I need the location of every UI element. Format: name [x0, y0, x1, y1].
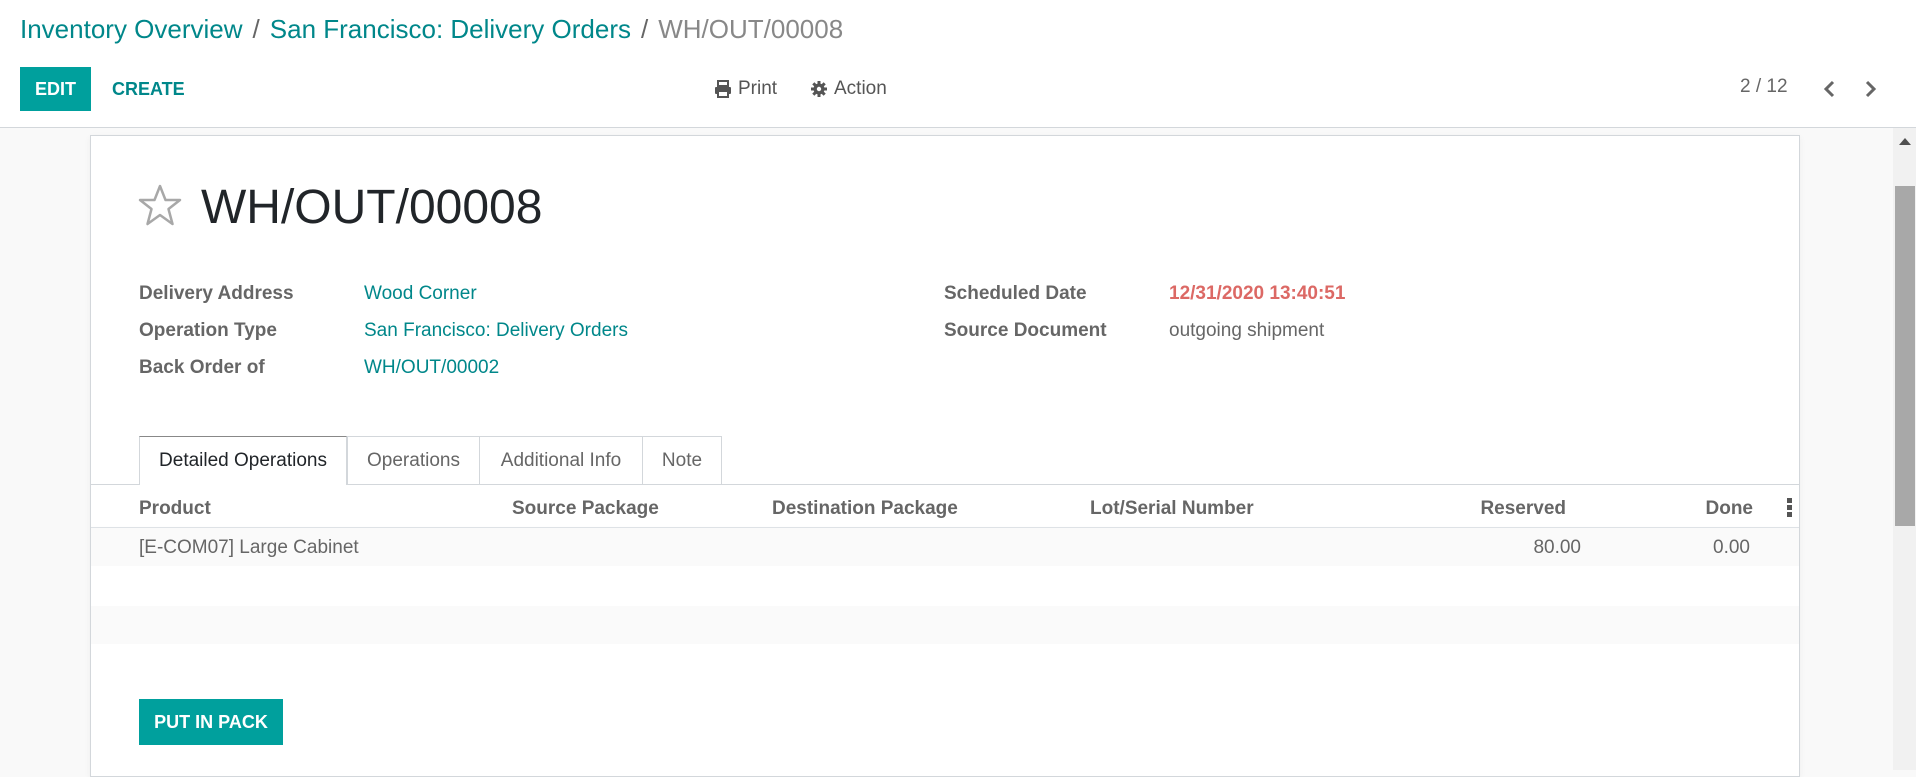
pager-previous-button[interactable] [1815, 72, 1845, 106]
empty-row [91, 566, 1799, 604]
breadcrumb-inventory-overview[interactable]: Inventory Overview [20, 14, 243, 44]
edit-button[interactable]: EDIT [20, 67, 91, 111]
gear-icon [811, 81, 827, 97]
pager-value[interactable]: 2 / 12 [1740, 76, 1788, 98]
tab-note[interactable]: Note [642, 436, 722, 484]
breadcrumb-separator: / [252, 14, 260, 44]
operation-type-label: Operation Type [139, 320, 277, 341]
operation-type-value[interactable]: San Francisco: Delivery Orders [364, 320, 628, 342]
tabs-divider [91, 484, 1799, 485]
control-panel: Inventory Overview / San Francisco: Delive… [0, 0, 1916, 128]
print-label: Print [738, 78, 778, 99]
breadcrumb-separator: / [641, 14, 649, 44]
scrollbar[interactable] [1893, 128, 1916, 770]
column-header-done[interactable]: Done [1706, 498, 1754, 520]
tab-detailed-operations[interactable]: Detailed Operations [139, 436, 347, 485]
print-button[interactable]: Print [714, 67, 777, 111]
delivery-address-value[interactable]: Wood Corner [364, 283, 477, 305]
tab-operations[interactable]: Operations [347, 436, 480, 484]
column-header-product[interactable]: Product [139, 498, 211, 520]
scrollbar-thumb[interactable] [1895, 186, 1915, 526]
back-order-value[interactable]: WH/OUT/00002 [364, 357, 499, 379]
action-button[interactable]: Action [810, 67, 887, 111]
star-icon[interactable] [137, 183, 183, 227]
empty-row [91, 606, 1799, 644]
column-header-destination-package[interactable]: Destination Package [772, 498, 958, 520]
delivery-address-label: Delivery Address [139, 283, 294, 304]
create-button[interactable]: CREATE [100, 67, 197, 111]
table-row[interactable]: [E-COM07] Large Cabinet 80.00 0.00 [91, 528, 1799, 566]
scheduled-date-value: 12/31/2020 13:40:51 [1169, 283, 1346, 304]
cell-reserved: 80.00 [1533, 537, 1581, 558]
action-label: Action [834, 78, 887, 99]
tab-additional-info[interactable]: Additional Info [479, 436, 643, 484]
print-icon [715, 80, 731, 98]
source-document-label: Source Document [944, 320, 1107, 341]
form-sheet: WH/OUT/00008 Delivery Address Wood Corne… [90, 135, 1800, 777]
put-in-pack-button[interactable]: PUT IN PACK [139, 699, 283, 745]
column-header-source-package[interactable]: Source Package [512, 498, 659, 520]
back-order-label: Back Order of [139, 357, 265, 378]
chevron-right-icon [1865, 80, 1877, 98]
pager-next-button[interactable] [1855, 72, 1885, 106]
record-title: WH/OUT/00008 [201, 181, 543, 234]
column-header-lot-serial-number[interactable]: Lot/Serial Number [1090, 498, 1254, 520]
cell-product: [E-COM07] Large Cabinet [139, 537, 359, 558]
chevron-left-icon [1823, 80, 1835, 98]
source-document-value: outgoing shipment [1169, 320, 1325, 341]
scheduled-date-label: Scheduled Date [944, 283, 1087, 304]
breadcrumb-current: WH/OUT/00008 [658, 14, 844, 44]
breadcrumb-delivery-orders[interactable]: San Francisco: Delivery Orders [270, 14, 631, 44]
breadcrumb: Inventory Overview / San Francisco: Delive… [20, 14, 843, 45]
column-header-reserved[interactable]: Reserved [1480, 498, 1566, 520]
optional-columns-icon[interactable] [1787, 498, 1795, 520]
cell-done: 0.00 [1713, 537, 1750, 558]
scroll-up-arrow-icon[interactable] [1899, 138, 1911, 145]
